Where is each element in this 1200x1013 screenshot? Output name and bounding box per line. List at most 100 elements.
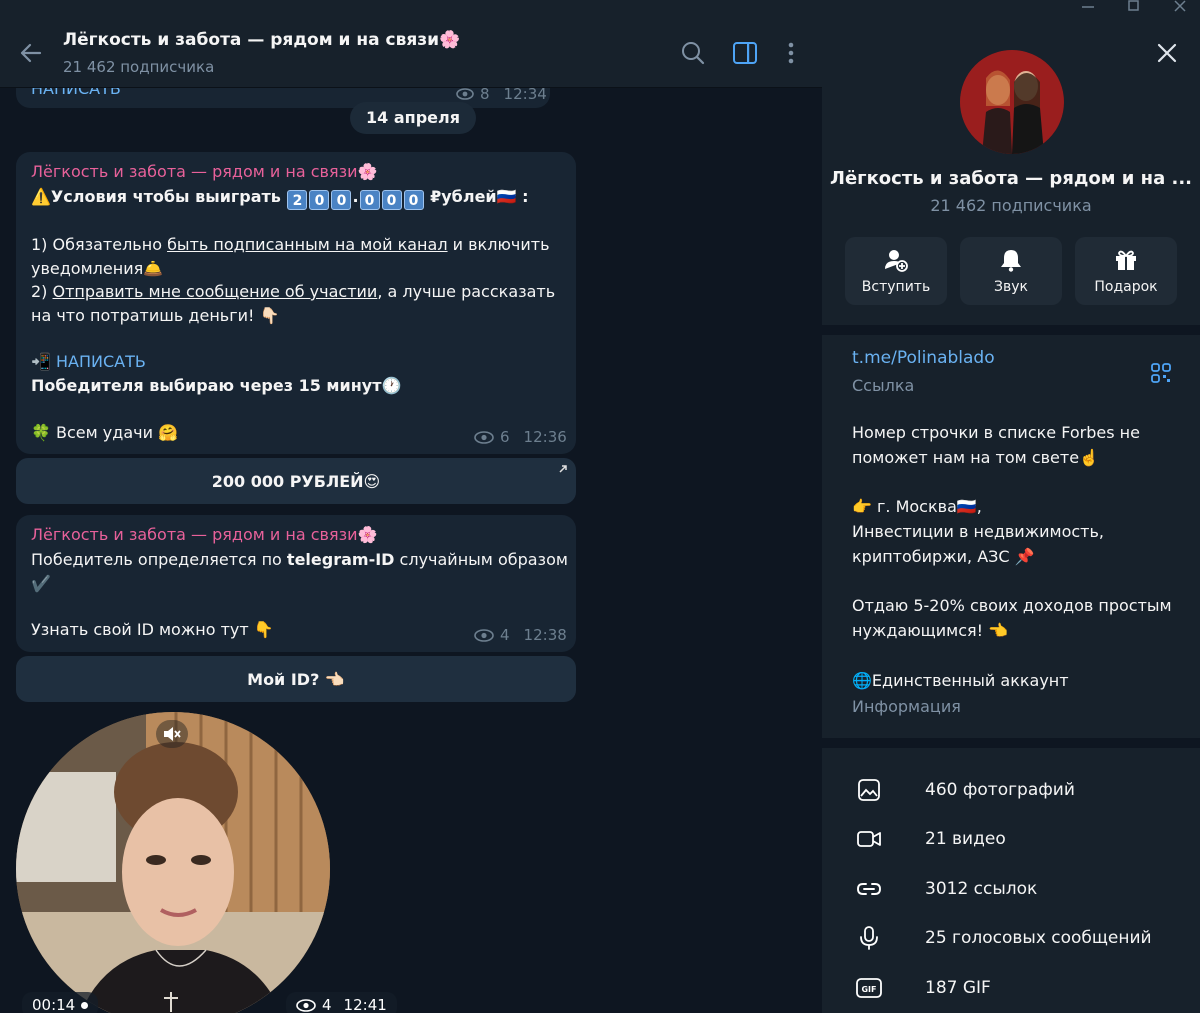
video-meta: 4 12:41 xyxy=(286,992,397,1013)
window-title-bar xyxy=(0,0,1200,18)
telegram-id-text: telegram-ID xyxy=(286,550,395,569)
message-line: 1) Обязательно быть подписанным на мой к… xyxy=(31,233,550,257)
more-vertical-icon[interactable] xyxy=(778,40,804,66)
check-emoji: ✔️ xyxy=(31,574,51,593)
close-window-icon[interactable] xyxy=(1170,0,1190,12)
bio-line: Номер строчки в списке Forbes не xyxy=(852,423,1140,442)
chat-title[interactable]: Лёгкость и забота — рядом и на связи🌸 xyxy=(63,30,460,50)
sender-name[interactable]: Лёгкость и забота — рядом и на связи🌸 xyxy=(31,162,377,181)
bio-line: нуждающимся! 👈 xyxy=(852,621,1009,640)
sound-button-label: Звук xyxy=(994,279,1028,295)
channel-avatar[interactable] xyxy=(960,50,1064,154)
duration-text: 00:14 xyxy=(32,996,76,1013)
media-label: 460 фотографий xyxy=(925,780,1075,800)
media-row-voice[interactable]: 25 голосовых сообщений xyxy=(822,918,1200,958)
views-count: 6 xyxy=(500,428,510,446)
chat-header: Лёгкость и забота — рядом и на связи🌸 21… xyxy=(0,18,822,88)
speaker-muted-icon xyxy=(164,727,181,741)
sender-name[interactable]: Лёгкость и забота — рядом и на связи🌸 xyxy=(31,525,377,544)
join-button[interactable]: Вступить xyxy=(845,237,947,305)
message-bubble-conditions: Лёгкость и забота — рядом и на связи🌸 ⚠️… xyxy=(16,152,576,454)
inline-button-label: 200 000 РУБЛЕЙ😍 xyxy=(211,471,381,491)
sound-button[interactable]: Звук xyxy=(960,237,1062,305)
media-row-videos[interactable]: 21 видео xyxy=(822,819,1200,859)
digit-dot: . xyxy=(352,187,359,206)
bio-line: криптобиржи, АЗС 📌 xyxy=(852,547,1035,566)
message-line: Победителя выбираю через 15 минут🕐 xyxy=(31,376,402,395)
divider xyxy=(822,738,1200,748)
minimize-icon[interactable] xyxy=(1078,0,1098,12)
bio-line: поможет нам на том свете☝️ xyxy=(852,448,1099,467)
prize-digits: 200.000 xyxy=(286,187,424,210)
svg-text:GIF: GIF xyxy=(861,985,876,994)
video-duration: 00:14 xyxy=(22,992,99,1013)
digit: 0 xyxy=(403,190,424,210)
channel-info-panel: Лёгкость и забота — рядом и на ... 21 46… xyxy=(822,18,1200,1013)
gift-button-label: Подарок xyxy=(1094,279,1158,295)
currency-text: ₽ублей🇷🇺 : xyxy=(424,187,529,206)
gift-icon xyxy=(1116,250,1136,270)
link-icon xyxy=(857,883,881,895)
text: , а лучше рассказать xyxy=(377,282,556,301)
panel-subscribers: 21 462 подписчика xyxy=(930,196,1092,215)
digit: 0 xyxy=(359,190,380,210)
media-row-gif[interactable]: GIF 187 GIF xyxy=(822,968,1200,1008)
channel-link[interactable]: t.me/Polinablado xyxy=(852,348,995,368)
divider xyxy=(822,325,1200,335)
join-button-label: Вступить xyxy=(861,279,931,295)
chat-area: НАПИСАТЬ 8 12:34 14 апреля Лёгкость и за… xyxy=(0,18,822,1013)
video-message[interactable] xyxy=(16,712,330,1013)
message-time: 12:36 xyxy=(523,428,567,446)
mute-badge[interactable] xyxy=(156,720,188,748)
avatar-image xyxy=(960,50,1064,154)
views-count: 4 xyxy=(500,626,510,644)
unread-dot xyxy=(81,1001,89,1009)
message-line: на что потратишь деньги! 👇🏻 xyxy=(31,306,280,325)
bio-line: Отдаю 5-20% своих доходов простым xyxy=(852,596,1172,615)
media-row-photos[interactable]: 460 фотографий xyxy=(822,770,1200,810)
gif-icon: GIF xyxy=(856,978,882,998)
chat-subtitle: 21 462 подписчика xyxy=(63,58,215,76)
digit: 2 xyxy=(287,190,308,210)
gift-button[interactable]: Подарок xyxy=(1075,237,1177,305)
video-frame xyxy=(16,712,330,1013)
message-time: 12:38 xyxy=(523,626,567,644)
message-line: Узнать свой ID можно тут 👇 xyxy=(31,620,274,639)
text: случайным образом xyxy=(394,550,568,569)
media-label: 25 голосовых сообщений xyxy=(925,928,1152,948)
message-line: Победитель определяется по telegram-ID с… xyxy=(31,548,568,572)
message-line: уведомления🛎️ xyxy=(31,259,164,278)
message-meta: 6 12:36 xyxy=(474,428,567,446)
bell-icon xyxy=(1001,250,1021,272)
close-icon[interactable] xyxy=(1156,42,1178,64)
send-message-link[interactable]: Отправить мне сообщение об участии xyxy=(53,282,378,301)
my-id-inline-button[interactable]: Мой ID? 👈🏻 xyxy=(16,656,576,702)
message-time: 12:41 xyxy=(343,996,387,1013)
qr-code-icon[interactable] xyxy=(1150,362,1172,384)
text: 1) Обязательно xyxy=(31,235,168,254)
message-bubble-winner-info: Лёгкость и забота — рядом и на связи🌸 По… xyxy=(16,515,576,652)
media-row-links[interactable]: 3012 ссылок xyxy=(822,869,1200,909)
search-icon[interactable] xyxy=(680,40,706,66)
microphone-icon xyxy=(860,926,878,950)
write-link[interactable]: НАПИСАТЬ xyxy=(56,352,146,371)
phone-emoji: 📲 xyxy=(31,352,57,371)
digit: 0 xyxy=(381,190,402,210)
panel-channel-title: Лёгкость и забота — рядом и на ... xyxy=(830,168,1192,189)
media-label: 21 видео xyxy=(925,829,1006,849)
bio-label: Информация xyxy=(852,697,961,716)
media-label: 187 GIF xyxy=(925,978,991,998)
subscribe-link[interactable]: быть подписанным на мой канал xyxy=(167,235,447,254)
bio-line: 🌐Единственный аккаунт xyxy=(852,671,1069,690)
maximize-icon[interactable] xyxy=(1124,0,1144,12)
video-icon xyxy=(857,831,881,847)
arrow-left-icon[interactable] xyxy=(18,40,44,66)
sidebar-toggle-icon[interactable] xyxy=(732,40,758,66)
conditions-text: ⚠️Условия чтобы выиграть xyxy=(31,187,287,206)
prize-inline-button[interactable]: 200 000 РУБЛЕЙ😍 xyxy=(16,458,576,504)
date-pill: 14 апреля xyxy=(350,102,476,134)
eye-icon xyxy=(474,628,494,642)
eye-icon xyxy=(296,998,316,1012)
message-line: 📲 НАПИСАТЬ xyxy=(31,350,146,374)
message-line: 2) Отправить мне сообщение об участии, а… xyxy=(31,280,555,304)
